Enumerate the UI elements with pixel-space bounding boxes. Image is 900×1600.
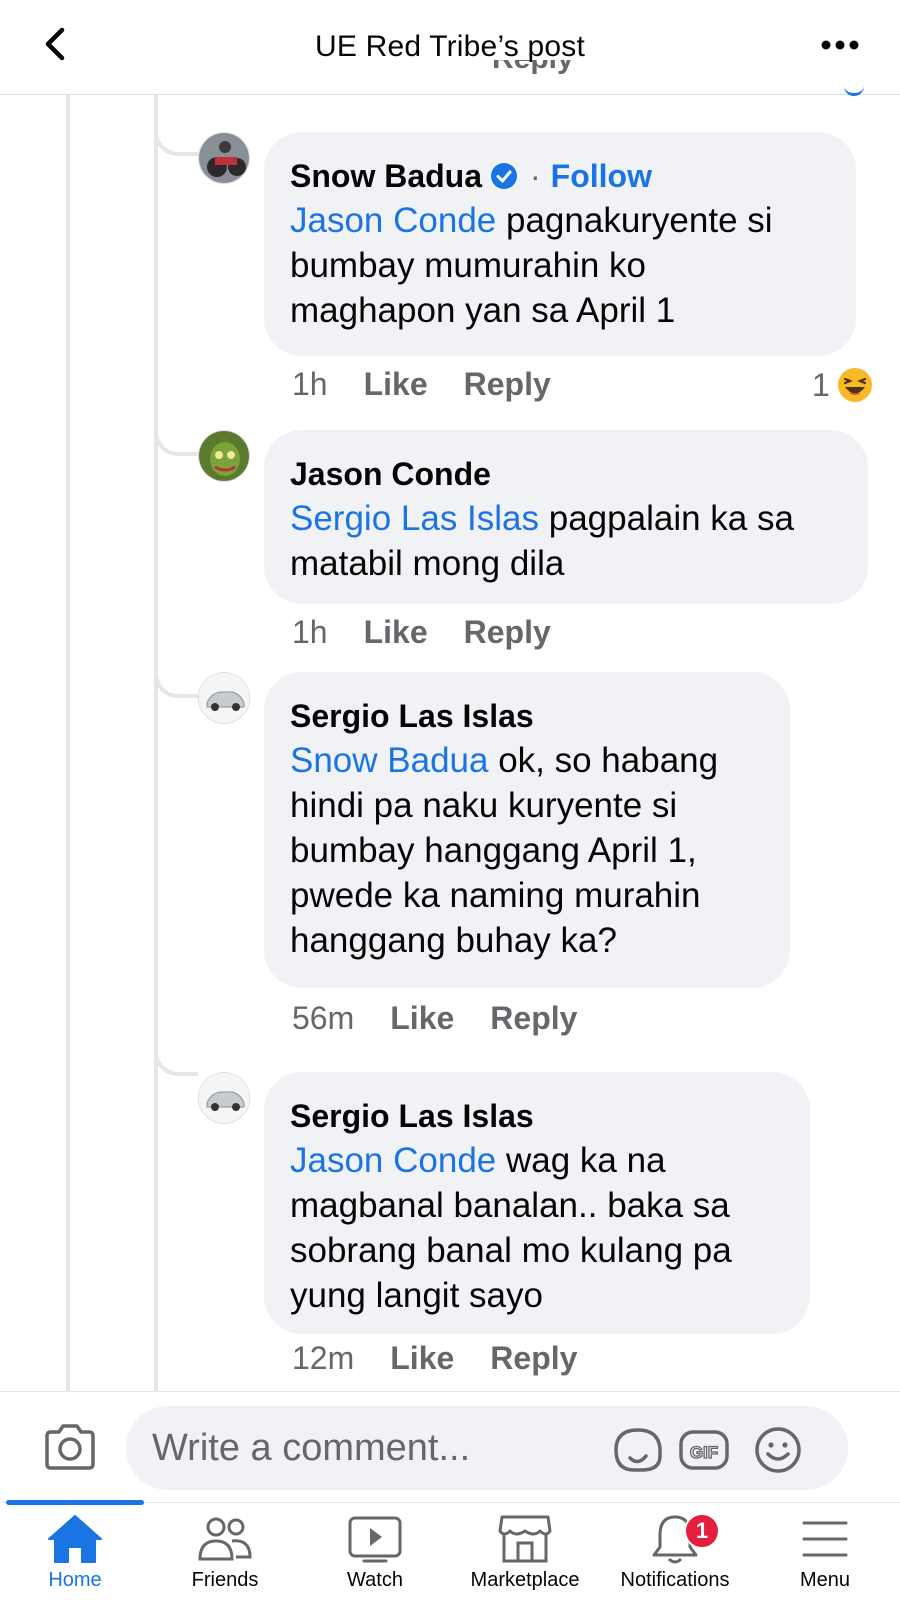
comment-actions: 12m Like Reply — [292, 1340, 613, 1377]
comment-text: Snow Badua ok, so habang hindi pa naku k… — [290, 741, 719, 960]
menu-icon — [802, 1521, 848, 1557]
page-title: UE Red Tribe’s post — [314, 30, 586, 63]
thread-connector — [154, 1040, 198, 1076]
tab-label: Marketplace — [470, 1569, 580, 1591]
avatar-sticker-icon[interactable] — [612, 1426, 664, 1474]
comment-author[interactable]: Jason Conde — [290, 452, 491, 496]
comment-actions: 1h Like Reply — [292, 614, 587, 651]
comment-actions: 1h Like Reply — [292, 366, 587, 403]
svg-text:GIF: GIF — [690, 1443, 718, 1462]
avatar[interactable] — [198, 132, 250, 184]
comment-text: Jason Conde pagnakuryente si bumbay mumu… — [290, 201, 773, 330]
thread-connector — [154, 120, 198, 156]
comment-time: 56m — [292, 1000, 355, 1036]
tab-label: Menu — [799, 1569, 851, 1591]
tab-watch[interactable]: Watch — [300, 1503, 450, 1600]
comment-input-container[interactable]: GIF — [126, 1406, 848, 1490]
comment-bubble: Sergio Las Islas Jason Conde wag ka na m… — [264, 1072, 810, 1334]
bottom-tab-bar: Home Friends Watch Marketplace Notificat… — [0, 1500, 900, 1600]
comment-author[interactable]: Sergio Las Islas — [290, 1094, 534, 1138]
follow-button[interactable]: Follow — [551, 154, 652, 198]
tab-marketplace[interactable]: Marketplace — [450, 1503, 600, 1600]
like-button[interactable]: Like — [390, 1340, 454, 1377]
comment-author[interactable]: Snow Badua — [290, 154, 482, 198]
tab-friends[interactable]: Friends — [150, 1503, 300, 1600]
comment-text: Jason Conde wag ka na magbanal banalan..… — [290, 1141, 732, 1315]
verified-badge-icon — [491, 163, 518, 189]
reaction-summary[interactable]: 1 — [812, 366, 874, 404]
back-arrow-icon[interactable] — [36, 24, 76, 64]
thread-connector — [154, 420, 198, 456]
comment-time: 1h — [292, 366, 328, 402]
reply-button[interactable]: Reply — [464, 366, 551, 403]
mention-link[interactable]: Sergio Las Islas — [290, 499, 539, 538]
comment-actions: 56m Like Reply — [292, 1000, 613, 1037]
partial-reply-row: Reply — [300, 60, 600, 100]
tab-menu[interactable]: Menu — [750, 1503, 900, 1600]
follow-separator: · — [530, 158, 541, 194]
thread-connector — [154, 662, 198, 698]
gif-icon[interactable]: GIF — [678, 1426, 730, 1474]
avatar[interactable] — [198, 1072, 250, 1124]
comment-author[interactable]: Sergio Las Islas — [290, 694, 534, 738]
mention-link[interactable]: Jason Conde — [290, 201, 496, 240]
avatar[interactable] — [198, 672, 250, 724]
reaction-count: 1 — [812, 366, 830, 403]
tab-label: Friends — [191, 1569, 259, 1591]
notification-badge: 1 — [684, 1513, 720, 1549]
like-button[interactable]: Like — [364, 366, 428, 403]
thread-line-inner — [154, 95, 158, 1391]
more-options-icon[interactable] — [818, 30, 862, 60]
like-button[interactable]: Like — [364, 614, 428, 651]
tab-notifications[interactable]: Notifications 1 — [600, 1503, 750, 1600]
emoji-icon[interactable] — [752, 1426, 804, 1474]
avatar[interactable] — [198, 430, 250, 482]
mention-link[interactable]: Snow Badua — [290, 741, 488, 780]
marketplace-icon — [498, 1515, 552, 1563]
home-icon — [48, 1515, 102, 1563]
reply-button[interactable]: Reply — [464, 614, 551, 651]
comment-text: Sergio Las Islas pagpalain ka sa matabil… — [290, 499, 794, 583]
comment-bubble: Sergio Las Islas Snow Badua ok, so haban… — [264, 672, 790, 988]
comment-time: 12m — [292, 1340, 355, 1376]
camera-icon[interactable] — [42, 1422, 98, 1472]
like-button[interactable]: Like — [390, 1000, 454, 1037]
watch-icon — [348, 1516, 402, 1563]
comment-time: 1h — [292, 614, 328, 650]
friends-icon — [198, 1517, 252, 1561]
comment-composer: GIF — [0, 1391, 900, 1501]
reply-button[interactable]: Reply — [490, 1340, 577, 1377]
tab-home[interactable]: Home — [0, 1503, 150, 1600]
reply-button[interactable]: Reply — [490, 1000, 577, 1037]
comment-bubble: Snow Badua · Follow Jason Conde pagnakur… — [264, 132, 856, 356]
haha-emoji-icon — [837, 368, 872, 402]
tab-label: Watch — [347, 1569, 403, 1591]
comment-bubble: Jason Conde Sergio Las Islas pagpalain k… — [264, 430, 868, 604]
mention-link[interactable]: Jason Conde — [290, 1141, 496, 1180]
tab-label: Notifications — [620, 1569, 730, 1591]
comment-input[interactable] — [152, 1406, 592, 1490]
thread-line-outer — [66, 95, 70, 1391]
tab-label: Home — [48, 1569, 102, 1591]
